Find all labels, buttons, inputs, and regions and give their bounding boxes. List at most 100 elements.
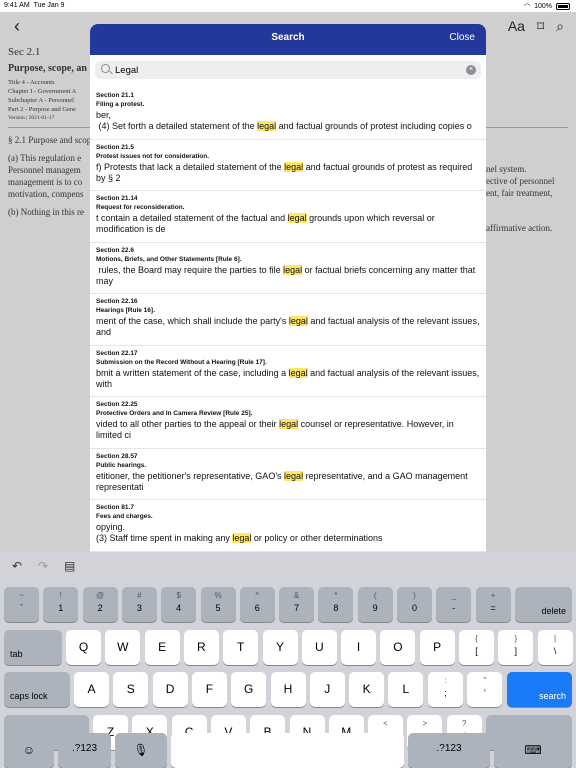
text-size-button[interactable]: Aa [508,18,525,35]
result-snippet: t contain a detailed statement of the fa… [96,213,435,234]
key-letter[interactable]: T [223,630,259,665]
result-section: Section 21.14 [96,195,138,202]
result-section: Section 22.6 [96,246,134,254]
numbers-key-right[interactable]: .?123 [408,733,490,768]
match-highlight: legal [284,470,304,481]
hide-keyboard-key[interactable]: ⌨ [494,733,572,768]
key-number[interactable]: (9 [357,587,393,622]
key-number[interactable]: $4 [161,587,197,622]
result-heading: Motions, Briefs, and Other Statements [R… [96,255,242,263]
delete-key[interactable]: delete [515,587,572,622]
key-symbol[interactable]: }] [498,630,534,665]
match-highlight: legal [283,264,303,275]
bookmark-icon[interactable]: ⌑ [537,18,544,35]
result-snippet: opying. (3) Staff time spent in making a… [96,522,383,543]
key-letter[interactable]: L [388,672,424,707]
keyboard-hide-icon: ⌨ [524,743,542,757]
match-highlight: legal [288,316,308,326]
search-result-item[interactable]: Section 28.57 Public hearings. etitioner, … [90,449,486,500]
key-number[interactable]: _ - [436,587,472,622]
key-number[interactable]: ) 0 [397,587,432,622]
key-number[interactable]: ~ ` [4,587,39,622]
on-screen-keyboard: ↶ ↷ ▤ ~ `! 1 @2 #3 $4% 5 ^ 6 & 7 * 8(9) 0 _ - + = delete ta… [0,552,576,768]
key-letter[interactable]: F [191,672,227,707]
key-number[interactable]: #3 [121,587,157,622]
result-heading: Request for reconsideration. [96,204,185,211]
clear-icon[interactable]: × [466,65,476,75]
match-highlight: legal [284,161,304,172]
key-letter[interactable]: J [309,672,345,707]
key-number[interactable]: * 8 [318,587,354,622]
search-result-item[interactable]: Section 22.25 Protective Orders and In Ca… [90,397,486,449]
key-letter[interactable]: H [270,672,306,707]
close-button[interactable]: Close [449,32,475,43]
search-result-item[interactable]: Section 21.5 Protest issues not for consi… [90,140,486,191]
key-letter[interactable]: W [105,630,141,665]
match-highlight: legal [232,533,252,543]
result-section: Section 81.7 [96,504,134,511]
key-letter[interactable]: D [152,672,188,707]
search-result-item[interactable]: Section 22.16 Hearings [Rule 16]. ment of … [90,294,486,346]
caps-lock-key[interactable]: caps lock [4,672,70,707]
search-icon[interactable]: ⌕ [556,18,564,35]
key-letter[interactable]: Y [262,630,298,665]
key-number[interactable]: % 5 [200,587,236,622]
chevron-left-icon[interactable]: ‹ [14,16,20,37]
match-highlight: legal [288,367,308,378]
key-symbol[interactable]: " ' [467,672,503,707]
key-number[interactable]: & 7 [279,587,315,622]
key-letter[interactable]: A [74,672,109,707]
search-input[interactable] [115,63,455,77]
result-snippet: ber, (4) Set forth a detailed statement … [96,110,472,131]
search-icon [101,64,110,73]
redo-icon[interactable]: ↷ [38,559,48,573]
emoji-icon: ☺ [22,743,36,757]
status-time-date: 9:41 AM Tue Jan 9 [4,2,65,9]
search-result-item[interactable]: Section 21.14 Request for reconsideration… [90,191,486,243]
emoji-key[interactable]: ☺ [4,733,54,768]
battery-icon [556,2,570,10]
search-header: Search Close [90,24,486,55]
search-result-item[interactable]: Section 21.1 Filing a protest. ber, (4) Se… [90,88,486,140]
result-heading: Hearings [Rule 16]. [96,307,155,314]
numbers-key-left[interactable]: .?123 [58,733,111,768]
match-highlight: legal [287,213,307,223]
space-key[interactable] [171,733,404,768]
key-letter[interactable]: S [113,672,149,707]
result-heading: Public hearings. [96,461,147,469]
dictation-key[interactable]: 🎙 [115,733,167,768]
key-letter[interactable]: O [380,630,416,665]
key-number[interactable]: + = [475,587,511,622]
result-section: Section 22.16 [96,298,138,305]
search-result-item[interactable]: Section 22.6 Motions, Briefs, and Other S… [90,243,486,294]
search-result-item[interactable]: Section 81.7 Fees and charges. opying. (3)… [90,500,486,552]
result-section: Section 22.17 [96,349,138,357]
key-letter[interactable]: E [144,630,180,665]
status-indicators: ◠ 100% [524,2,570,10]
search-key[interactable]: search [507,672,572,707]
key-letter[interactable]: G [231,672,267,707]
match-highlight: legal [257,121,277,131]
search-result-item[interactable]: Section 22.17 Submission on the Record Wi… [90,346,486,397]
result-snippet: bmit a written statement of the case, in… [96,367,480,389]
search-bar: × [95,61,481,79]
key-symbol[interactable]: :; [428,672,463,707]
document-text-fragment: affirmative action. [486,223,553,233]
key-letter[interactable]: K [349,672,385,707]
key-number[interactable]: @2 [82,587,118,622]
key-number[interactable]: ! 1 [43,587,79,622]
tab-key[interactable]: tab [4,630,62,665]
result-heading: Filing a protest. [96,101,145,108]
key-letter[interactable]: R [183,630,219,665]
document-text-fragment: ent, fair treatment, [486,188,553,198]
key-symbol[interactable]: {[ [459,630,494,665]
key-letter[interactable]: U [301,630,337,665]
result-section: Section 22.25 [96,401,138,408]
key-symbol[interactable]: | \ [537,630,573,665]
key-letter[interactable]: I [341,630,377,665]
key-number[interactable]: ^ 6 [239,587,275,622]
key-letter[interactable]: Q [66,630,101,665]
key-letter[interactable]: P [419,630,455,665]
undo-icon[interactable]: ↶ [12,559,22,573]
paste-icon[interactable]: ▤ [64,559,75,573]
